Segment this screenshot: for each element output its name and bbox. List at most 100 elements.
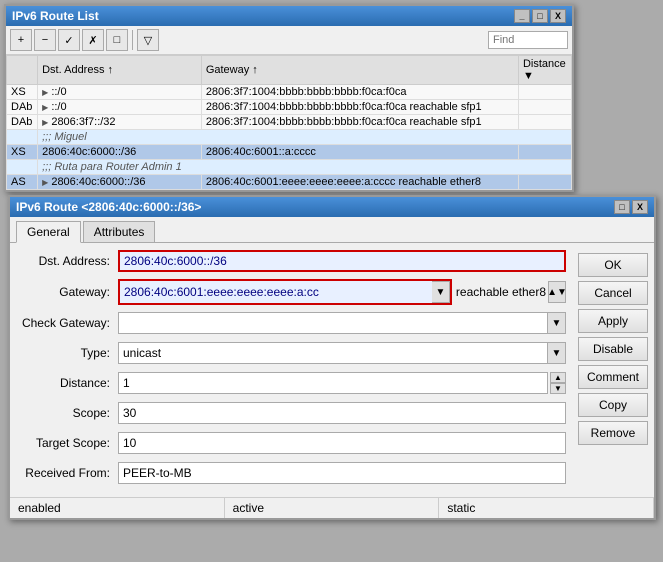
gateway-input[interactable] [120,281,432,303]
cancel-button[interactable]: Cancel [578,281,648,305]
table-header: Dst. Address ↑ Gateway ↑ Distance ▼ [7,56,572,85]
route-list-title: IPv6 Route List [12,9,99,23]
row-dst: ▶ ::/0 [38,85,202,100]
route-detail-titlebar: IPv6 Route <2806:40c:6000::/36> □ X [10,197,654,217]
route-list-titlebar: IPv6 Route List _ □ X [6,6,572,26]
status-enabled: enabled [10,498,225,518]
row-group-label: ;;; Miguel [38,130,572,145]
side-buttons: OK Cancel Apply Disable Comment Copy Rem… [574,249,654,491]
disable-button[interactable]: Disable [578,337,648,361]
detail-close-btn[interactable]: X [632,200,648,214]
distance-up-btn[interactable]: ▲ [550,372,566,383]
col-header-dist[interactable]: Distance ▼ [518,56,571,85]
tab-general[interactable]: General [16,221,81,243]
route-table: Dst. Address ↑ Gateway ↑ Distance ▼ XS ▶… [6,55,572,190]
received-from-row: Received From: [18,461,566,485]
route-list-window: IPv6 Route List _ □ X + − ✓ ✗ □ ▽ Dst. A… [4,4,574,192]
check-gateway-field-group: ▼ [118,312,566,334]
toolbar-separator [132,30,133,50]
gateway-row: Gateway: ▼ reachable ether8 ▲▼ [18,279,566,305]
copy-btn[interactable]: □ [106,29,128,51]
col-header-gw[interactable]: Gateway ↑ [201,56,518,85]
distance-field-group: ▲ ▼ [118,372,566,394]
row-dist [518,85,571,100]
copy-button[interactable]: Copy [578,393,648,417]
row-flag: DAb [7,115,38,130]
check-gateway-row: Check Gateway: ▼ [18,311,566,335]
gateway-extra: reachable ether8 [456,285,546,299]
row-dst: ▶ 2806:40c:6000::/36 [38,175,202,190]
table-row-group: ;;; Miguel [7,130,572,145]
type-dropdown-btn[interactable]: ▼ [548,342,566,364]
scope-label: Scope: [18,406,118,420]
gateway-label: Gateway: [18,285,118,299]
dst-address-row: Dst. Address: [18,249,566,273]
dst-address-input[interactable] [118,250,566,272]
distance-row: Distance: ▲ ▼ [18,371,566,395]
dst-address-label: Dst. Address: [18,254,118,268]
row-dist [518,100,571,115]
table-row[interactable]: AS ▶ 2806:40c:6000::/36 2806:40c:6001:ee… [7,175,572,190]
detail-maximize-btn[interactable]: □ [614,200,630,214]
add-btn[interactable]: + [10,29,32,51]
scope-row: Scope: [18,401,566,425]
row-flag: DAb [7,100,38,115]
table-row[interactable]: XS 2806:40c:6000::/36 2806:40c:6001::a:c… [7,145,572,160]
route-detail-window: IPv6 Route <2806:40c:6000::/36> □ X Gene… [8,195,656,520]
row-gw: 2806:40c:6001::a:cccc [201,145,518,160]
status-static: static [439,498,654,518]
distance-label: Distance: [18,376,118,390]
row-gw: 2806:40c:6001:eeee:eeee:eeee:a:cccc reac… [201,175,518,190]
distance-down-btn[interactable]: ▼ [550,383,566,394]
received-from-input[interactable] [118,462,566,484]
remove-button[interactable]: Remove [578,421,648,445]
maximize-btn[interactable]: □ [532,9,548,23]
close-btn[interactable]: X [550,9,566,23]
row-dst: ▶ 2806:3f7::/32 [38,115,202,130]
row-flag [7,130,38,145]
check-gateway-dropdown-btn[interactable]: ▼ [548,312,566,334]
check-gateway-label: Check Gateway: [18,316,118,330]
row-gw: 2806:3f7:1004:bbbb:bbbb:bbbb:f0ca:f0ca r… [201,100,518,115]
uncheck-btn[interactable]: ✗ [82,29,104,51]
type-row: Type: ▼ [18,341,566,365]
type-label: Type: [18,346,118,360]
row-gw: 2806:3f7:1004:bbbb:bbbb:bbbb:f0ca:f0ca [201,85,518,100]
row-flag: AS [7,175,38,190]
target-scope-label: Target Scope: [18,436,118,450]
target-scope-row: Target Scope: [18,431,566,455]
received-from-label: Received From: [18,466,118,480]
gateway-scroll-btn[interactable]: ▲▼ [548,281,566,303]
row-gw: 2806:3f7:1004:bbbb:bbbb:bbbb:f0ca:f0ca r… [201,115,518,130]
gateway-dropdown-btn[interactable]: ▼ [432,281,450,303]
type-input[interactable] [118,342,548,364]
distance-input[interactable] [118,372,548,394]
check-gateway-input[interactable] [118,312,548,334]
type-field-group: ▼ [118,342,566,364]
tab-attributes[interactable]: Attributes [83,221,156,242]
detail-titlebar-controls: □ X [614,200,648,214]
find-input[interactable] [488,31,568,49]
tab-bar: General Attributes [10,217,654,243]
distance-arrows: ▲ ▼ [550,372,566,394]
row-dst: 2806:40c:6000::/36 [38,145,202,160]
row-dist [518,145,571,160]
table-row[interactable]: DAb ▶ ::/0 2806:3f7:1004:bbbb:bbbb:bbbb:… [7,100,572,115]
ok-button[interactable]: OK [578,253,648,277]
scope-input[interactable] [118,402,566,424]
row-dist [518,175,571,190]
status-active: active [225,498,440,518]
table-row[interactable]: XS ▶ ::/0 2806:3f7:1004:bbbb:bbbb:bbbb:f… [7,85,572,100]
row-dst: ▶ ::/0 [38,100,202,115]
filter-btn[interactable]: ▽ [137,29,159,51]
remove-btn[interactable]: − [34,29,56,51]
target-scope-input[interactable] [118,432,566,454]
comment-button[interactable]: Comment [578,365,648,389]
check-btn[interactable]: ✓ [58,29,80,51]
col-header-dst[interactable]: Dst. Address ↑ [38,56,202,85]
minimize-btn[interactable]: _ [514,9,530,23]
table-row[interactable]: DAb ▶ 2806:3f7::/32 2806:3f7:1004:bbbb:b… [7,115,572,130]
route-list-toolbar: + − ✓ ✗ □ ▽ [6,26,572,55]
row-flag: XS [7,85,38,100]
apply-button[interactable]: Apply [578,309,648,333]
